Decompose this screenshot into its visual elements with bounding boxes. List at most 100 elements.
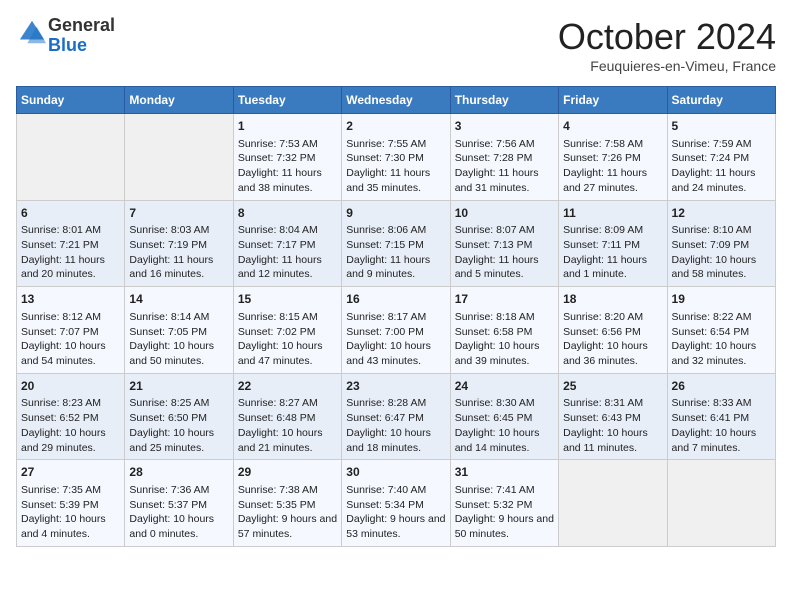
day-number: 14: [129, 291, 228, 308]
day-number: 13: [21, 291, 120, 308]
calendar-week-row: 27Sunrise: 7:35 AMSunset: 5:39 PMDayligh…: [17, 460, 776, 547]
sunrise-text: Sunrise: 8:20 AM: [563, 310, 662, 325]
day-number: 5: [672, 118, 771, 135]
calendar-cell: 24Sunrise: 8:30 AMSunset: 6:45 PMDayligh…: [450, 373, 558, 460]
day-of-week-header: Wednesday: [342, 87, 450, 114]
daylight-text: Daylight: 11 hours and 24 minutes.: [672, 166, 771, 195]
calendar-cell: 6Sunrise: 8:01 AMSunset: 7:21 PMDaylight…: [17, 200, 125, 287]
day-number: 15: [238, 291, 337, 308]
calendar-week-row: 6Sunrise: 8:01 AMSunset: 7:21 PMDaylight…: [17, 200, 776, 287]
day-number: 20: [21, 378, 120, 395]
day-number: 27: [21, 464, 120, 481]
day-number: 21: [129, 378, 228, 395]
sunrise-text: Sunrise: 7:59 AM: [672, 137, 771, 152]
daylight-text: Daylight: 10 hours and 4 minutes.: [21, 512, 120, 541]
day-number: 3: [455, 118, 554, 135]
calendar-cell: 10Sunrise: 8:07 AMSunset: 7:13 PMDayligh…: [450, 200, 558, 287]
sunrise-text: Sunrise: 7:41 AM: [455, 483, 554, 498]
sunrise-text: Sunrise: 8:22 AM: [672, 310, 771, 325]
day-number: 7: [129, 205, 228, 222]
day-number: 4: [563, 118, 662, 135]
calendar-cell: 11Sunrise: 8:09 AMSunset: 7:11 PMDayligh…: [559, 200, 667, 287]
calendar-cell: 31 Sunrise: 7:41 AMSunset: 5:32 PMDayligh…: [450, 460, 558, 547]
sunset-text: Sunset: 7:32 PM: [238, 151, 337, 166]
sunset-text: Sunset: 5:35 PM: [238, 498, 337, 513]
daylight-text: Daylight: 10 hours and 32 minutes.: [672, 339, 771, 368]
daylight-text: Daylight: 11 hours and 31 minutes.: [455, 166, 554, 195]
sunset-text: Sunset: 6:50 PM: [129, 411, 228, 426]
calendar-cell: 17Sunrise: 8:18 AMSunset: 6:58 PMDayligh…: [450, 287, 558, 374]
calendar-cell: 16Sunrise: 8:17 AMSunset: 7:00 PMDayligh…: [342, 287, 450, 374]
sunrise-text: Sunrise: 8:17 AM: [346, 310, 445, 325]
sunrise-text: Sunrise: 8:06 AM: [346, 223, 445, 238]
sunrise-text: Sunrise: 8:27 AM: [238, 396, 337, 411]
calendar-week-row: 13 Sunrise: 8:12 AMSunset: 7:07 PM Dayligh…: [17, 287, 776, 374]
day-number: 2: [346, 118, 445, 135]
daylight-text: Daylight: 10 hours and 14 minutes.: [455, 426, 554, 455]
day-number: 11: [563, 205, 662, 222]
sunrise-text: Sunrise: 7:58 AM: [563, 137, 662, 152]
daylight-text: Daylight: 10 hours and 58 minutes.: [672, 253, 771, 282]
sunset-text: Sunset: 5:32 PM: [455, 498, 554, 513]
sunset-text: Sunset: 7:09 PM: [672, 238, 771, 253]
daylight-text: Daylight: 11 hours and 9 minutes.: [346, 253, 445, 282]
sunrise-text: Sunrise: 7:36 AM: [129, 483, 228, 498]
sunrise-text: Sunrise: 8:04 AM: [238, 223, 337, 238]
daylight-text: Daylight: 10 hours and 7 minutes.: [672, 426, 771, 455]
daylight-text: Daylight: 10 hours and 29 minutes.: [21, 426, 120, 455]
day-number: 9: [346, 205, 445, 222]
sunrise-text: Sunrise: 8:12 AM: [21, 310, 120, 325]
logo-blue-text: Blue: [48, 35, 87, 55]
month-title: October 2024: [558, 16, 776, 58]
sunset-text: Sunset: 5:34 PM: [346, 498, 445, 513]
daylight-text: Daylight: 11 hours and 16 minutes.: [129, 253, 228, 282]
sunset-text: Sunset: 6:48 PM: [238, 411, 337, 426]
sunrise-text: Sunrise: 7:53 AM: [238, 137, 337, 152]
sunset-text: Sunset: 7:21 PM: [21, 238, 120, 253]
calendar-cell: 2Sunrise: 7:55 AMSunset: 7:30 PMDaylight…: [342, 114, 450, 201]
calendar-cell: [559, 460, 667, 547]
daylight-text: Daylight: 9 hours and 50 minutes.: [455, 512, 554, 541]
sunset-text: Sunset: 7:07 PM: [21, 325, 120, 340]
calendar-cell: 28Sunrise: 7:36 AMSunset: 5:37 PMDayligh…: [125, 460, 233, 547]
daylight-text: Daylight: 10 hours and 39 minutes.: [455, 339, 554, 368]
sunrise-text: Sunrise: 8:14 AM: [129, 310, 228, 325]
calendar-cell: 29Sunrise: 7:38 AMSunset: 5:35 PMDayligh…: [233, 460, 341, 547]
calendar-cell: 19Sunrise: 8:22 AMSunset: 6:54 PMDayligh…: [667, 287, 775, 374]
daylight-text: Daylight: 11 hours and 38 minutes.: [238, 166, 337, 195]
sunset-text: Sunset: 7:05 PM: [129, 325, 228, 340]
day-number: 28: [129, 464, 228, 481]
calendar-cell: 1 Sunrise: 7:53 AMSunset: 7:32 PMDaylight…: [233, 114, 341, 201]
daylight-text: Daylight: 11 hours and 35 minutes.: [346, 166, 445, 195]
sunrise-text: Sunrise: 8:25 AM: [129, 396, 228, 411]
sunrise-text: Sunrise: 7:55 AM: [346, 137, 445, 152]
calendar-cell: 22Sunrise: 8:27 AMSunset: 6:48 PMDayligh…: [233, 373, 341, 460]
calendar-cell: 30Sunrise: 7:40 AMSunset: 5:34 PMDayligh…: [342, 460, 450, 547]
sunset-text: Sunset: 7:02 PM: [238, 325, 337, 340]
calendar-body: 1Sunrise: 7:53 AMSunset: 7:32 PMDaylight…: [17, 114, 776, 547]
calendar-cell: [125, 114, 233, 201]
daylight-text: Daylight: 10 hours and 36 minutes.: [563, 339, 662, 368]
sunset-text: Sunset: 6:41 PM: [672, 411, 771, 426]
calendar-cell: 23Sunrise: 8:28 AMSunset: 6:47 PMDayligh…: [342, 373, 450, 460]
day-of-week-header: Thursday: [450, 87, 558, 114]
calendar-cell: 13Sunrise: 8:12 AMSunset: 7:07 PMDayligh…: [17, 287, 125, 374]
day-of-week-header: Tuesday: [233, 87, 341, 114]
day-of-week-header: Sunday: [17, 87, 125, 114]
day-number: 31: [455, 464, 554, 481]
daylight-text: Daylight: 9 hours and 53 minutes.: [346, 512, 445, 541]
sunrise-text: Sunrise: 8:30 AM: [455, 396, 554, 411]
daylight-text: Daylight: 10 hours and 18 minutes.: [346, 426, 445, 455]
day-number: 12: [672, 205, 771, 222]
sunset-text: Sunset: 6:52 PM: [21, 411, 120, 426]
day-number: 1: [238, 118, 337, 135]
day-number: 19: [672, 291, 771, 308]
sunrise-text: Sunrise: 7:40 AM: [346, 483, 445, 498]
sunset-text: Sunset: 7:15 PM: [346, 238, 445, 253]
sunset-text: Sunset: 5:39 PM: [21, 498, 120, 513]
daylight-text: Daylight: 11 hours and 12 minutes.: [238, 253, 337, 282]
calendar-cell: 8Sunrise: 8:04 AMSunset: 7:17 PMDaylight…: [233, 200, 341, 287]
sunset-text: Sunset: 7:26 PM: [563, 151, 662, 166]
sunset-text: Sunset: 7:24 PM: [672, 151, 771, 166]
day-number: 25: [563, 378, 662, 395]
